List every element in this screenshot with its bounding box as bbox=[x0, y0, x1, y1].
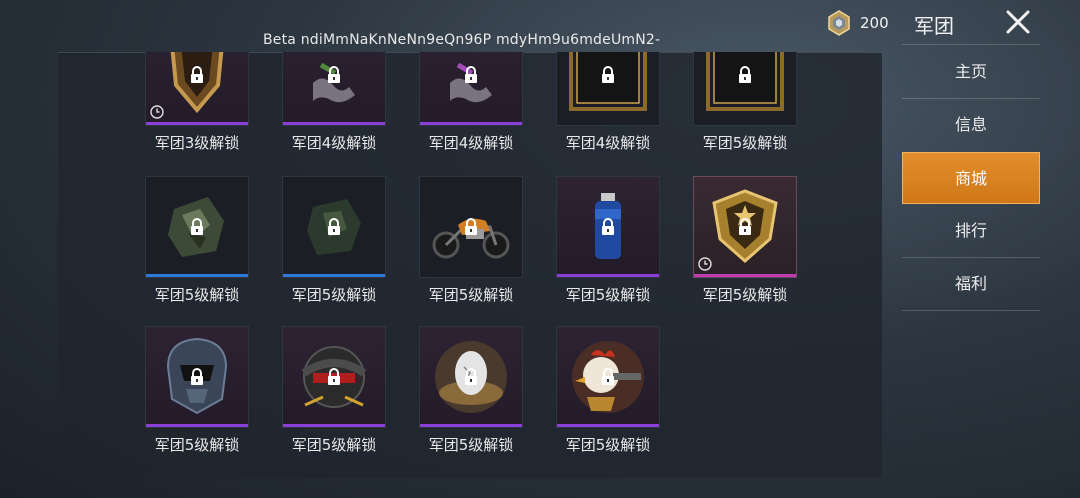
parachute-skeleton-art bbox=[450, 62, 492, 103]
shop-item[interactable]: 军团5级解锁 bbox=[693, 176, 797, 305]
gold-frame-art bbox=[569, 52, 647, 111]
lock-icon bbox=[465, 218, 477, 235]
item-unlock-label: 军团5级解锁 bbox=[154, 436, 240, 454]
shop-item[interactable]: 军团5级解锁 bbox=[282, 326, 386, 455]
rarity-bar bbox=[420, 424, 522, 427]
item-unlock-label: 军团5级解锁 bbox=[291, 436, 377, 454]
item-unlock-label: 军团5级解锁 bbox=[565, 436, 651, 454]
item-thumbnail bbox=[282, 176, 386, 278]
shop-item[interactable]: 军团4级解锁 bbox=[556, 52, 660, 153]
clock-icon bbox=[698, 257, 712, 271]
shop-item[interactable]: 军团5级解锁 bbox=[556, 176, 660, 305]
sidebar-divider bbox=[902, 310, 1040, 311]
shop-item[interactable]: 军团4级解锁 bbox=[419, 52, 523, 153]
shop-item[interactable]: 军团5级解锁 bbox=[145, 176, 249, 305]
item-thumbnail bbox=[419, 176, 523, 278]
shop-item[interactable]: 军团5级解锁 bbox=[556, 326, 660, 455]
item-unlock-label: 军团3级解锁 bbox=[154, 134, 240, 152]
rarity-bar bbox=[694, 274, 796, 277]
item-unlock-label: 军团5级解锁 bbox=[291, 286, 377, 304]
item-unlock-label: 军团5级解锁 bbox=[702, 286, 788, 304]
rarity-bar bbox=[557, 274, 659, 277]
shop-item[interactable]: 军团5级解锁 bbox=[282, 176, 386, 305]
item-unlock-label: 军团5级解锁 bbox=[428, 286, 514, 304]
item-thumbnail bbox=[556, 52, 660, 126]
lock-icon bbox=[465, 368, 477, 385]
lock-icon bbox=[602, 368, 614, 385]
beta-watermark: Beta ndiMmNaKnNeNn9eQn96P mdyHm9u6mdeUmN… bbox=[263, 32, 661, 48]
rarity-bar bbox=[283, 424, 385, 427]
currency-amount: 200 bbox=[860, 14, 889, 32]
item-thumbnail bbox=[419, 326, 523, 428]
rarity-bar bbox=[283, 274, 385, 277]
item-thumbnail bbox=[556, 176, 660, 278]
close-icon[interactable] bbox=[1002, 6, 1034, 38]
sidebar-item-ranking[interactable]: 排行 bbox=[902, 205, 1040, 257]
item-thumbnail bbox=[145, 52, 249, 126]
item-unlock-label: 军团4级解锁 bbox=[291, 134, 377, 152]
item-unlock-label: 军团4级解锁 bbox=[565, 134, 651, 152]
item-thumbnail bbox=[556, 326, 660, 428]
shop-item[interactable]: 军团5级解锁 bbox=[145, 326, 249, 455]
rarity-bar bbox=[146, 122, 248, 125]
item-thumbnail bbox=[282, 326, 386, 428]
sidebar-item-home[interactable]: 主页 bbox=[902, 46, 1040, 98]
sidebar-item-info[interactable]: 信息 bbox=[902, 99, 1040, 151]
parachute-skeleton-art bbox=[313, 62, 355, 103]
item-unlock-label: 军团5级解锁 bbox=[565, 286, 651, 304]
shop-item[interactable]: 军团5级解锁 bbox=[419, 176, 523, 305]
lock-icon bbox=[191, 368, 203, 385]
lock-icon bbox=[739, 66, 751, 83]
rarity-bar bbox=[146, 274, 248, 277]
item-unlock-label: 军团5级解锁 bbox=[702, 134, 788, 152]
shop-item[interactable]: 军团4级解锁 bbox=[282, 52, 386, 153]
item-thumbnail bbox=[693, 52, 797, 126]
lock-icon bbox=[328, 66, 340, 83]
sidebar-title: 军团 bbox=[914, 14, 954, 38]
item-unlock-label: 军团5级解锁 bbox=[428, 436, 514, 454]
lock-icon bbox=[328, 368, 340, 385]
shop-item[interactable]: 军团5级解锁 bbox=[419, 326, 523, 455]
shop-item[interactable]: 军团3级解锁 bbox=[145, 52, 249, 153]
item-thumbnail bbox=[693, 176, 797, 278]
lock-icon bbox=[191, 66, 203, 83]
lock-icon bbox=[739, 218, 751, 235]
lock-icon bbox=[602, 218, 614, 235]
currency-display: 200 bbox=[826, 10, 889, 36]
rarity-bar bbox=[557, 424, 659, 427]
rarity-bar bbox=[146, 424, 248, 427]
medal-coin-icon bbox=[828, 10, 850, 36]
shop-panel: 军团3级解锁 军团4级解锁 军团4级解锁 军团4级解锁 军团5级解锁 军团5级解… bbox=[58, 52, 882, 478]
lock-icon bbox=[602, 66, 614, 83]
shop-item[interactable]: 军团5级解锁 bbox=[693, 52, 797, 153]
item-unlock-label: 军团4级解锁 bbox=[428, 134, 514, 152]
item-unlock-label: 军团5级解锁 bbox=[154, 286, 240, 304]
lock-icon bbox=[328, 218, 340, 235]
lock-icon bbox=[191, 218, 203, 235]
rarity-bar bbox=[283, 122, 385, 125]
rarity-bar bbox=[420, 122, 522, 125]
lock-icon bbox=[465, 66, 477, 83]
item-thumbnail bbox=[419, 52, 523, 126]
clock-icon bbox=[150, 105, 164, 119]
sidebar-item-shop[interactable]: 商城 bbox=[902, 152, 1040, 204]
item-thumbnail bbox=[145, 326, 249, 428]
item-thumbnail bbox=[282, 52, 386, 126]
sidebar-divider bbox=[902, 44, 1040, 45]
item-thumbnail bbox=[145, 176, 249, 278]
sidebar-item-rewards[interactable]: 福利 bbox=[902, 258, 1040, 310]
gold-frame-art bbox=[706, 52, 784, 111]
